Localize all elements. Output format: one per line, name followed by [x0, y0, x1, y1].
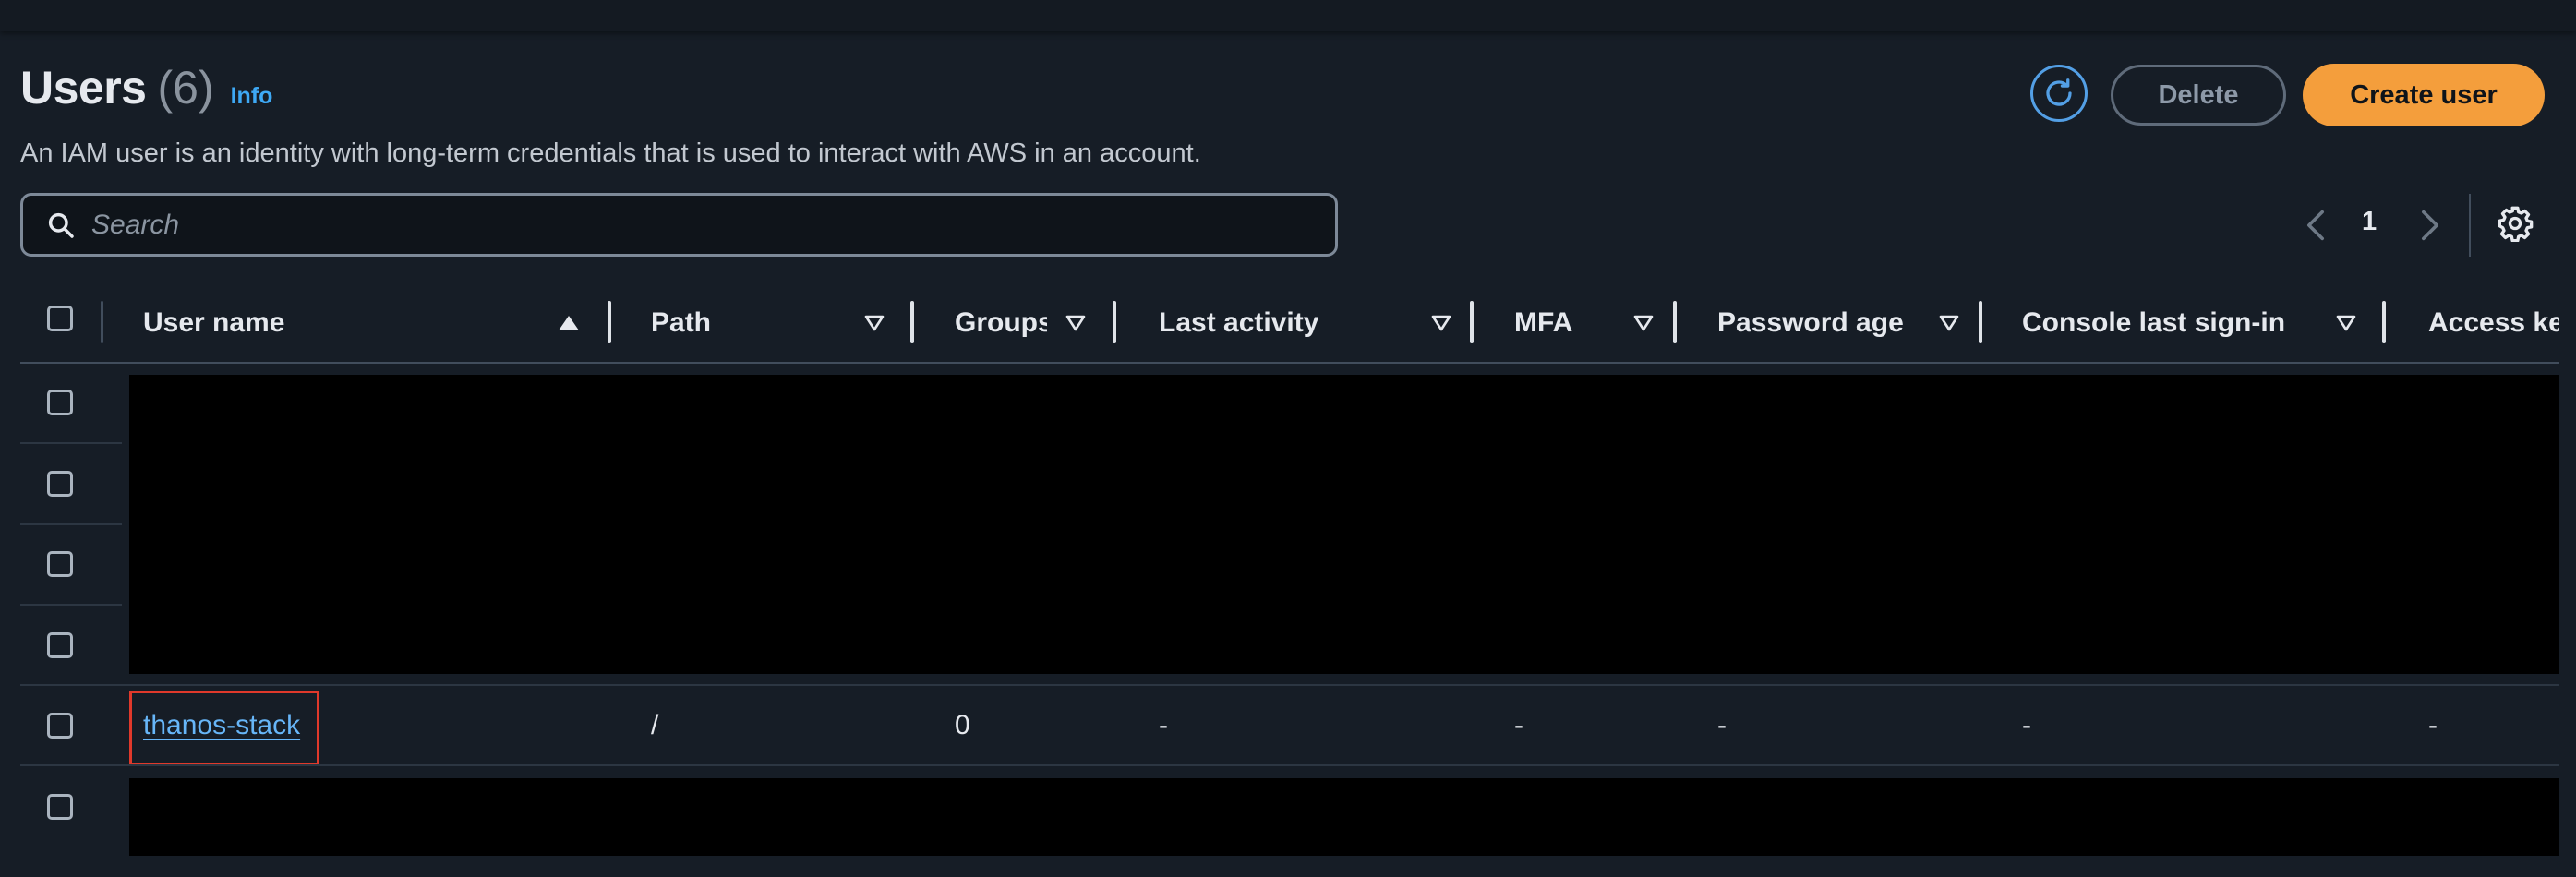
- search-icon: [45, 210, 77, 241]
- column-resizer[interactable]: [1979, 301, 1982, 343]
- column-header-access-key[interactable]: Access key ID: [2428, 284, 2559, 362]
- gear-icon: [2498, 206, 2534, 242]
- column-label: Path: [651, 307, 712, 338]
- column-resizer[interactable]: [608, 301, 611, 343]
- path-cell: /: [651, 710, 659, 740]
- page-description: An IAM user is an identity with long-ter…: [20, 138, 1201, 168]
- sort-icon[interactable]: [1938, 284, 1960, 362]
- column-resizer[interactable]: [1470, 301, 1474, 343]
- column-divider: [101, 301, 103, 343]
- select-all-checkbox[interactable]: [47, 306, 73, 331]
- delete-button[interactable]: Delete: [2111, 65, 2286, 126]
- row-divider: [20, 764, 2559, 766]
- row-checkbox[interactable]: [47, 551, 73, 577]
- column-label: Password age: [1717, 307, 1904, 338]
- groups-cell: 0: [955, 710, 970, 740]
- sort-icon[interactable]: [1430, 284, 1452, 362]
- previous-page-button[interactable]: [2305, 198, 2332, 253]
- row-divider: [20, 684, 2559, 686]
- row-checkbox[interactable]: [47, 390, 73, 415]
- column-label: User name: [143, 307, 285, 338]
- row-checkbox[interactable]: [47, 794, 73, 820]
- top-bar: [0, 0, 2576, 31]
- refresh-button[interactable]: [2030, 65, 2088, 122]
- chevron-left-icon: [2306, 210, 2324, 241]
- column-header-groups[interactable]: Groups: [955, 284, 1047, 362]
- row-checkbox[interactable]: [47, 471, 73, 497]
- table-header: User name Path Groups Last activity MFA: [20, 284, 2559, 364]
- refresh-icon: [2046, 78, 2072, 106]
- console-last-sign-in-cell: -: [2022, 710, 2031, 740]
- sort-ascending-icon[interactable]: [557, 284, 581, 362]
- current-page-number[interactable]: 1: [2362, 207, 2377, 237]
- table-row-thanos-stack[interactable]: thanos-stack / 0 - - - - -: [20, 687, 2559, 766]
- search-field[interactable]: [20, 193, 1338, 257]
- users-table: User name Path Groups Last activity MFA: [20, 284, 2559, 877]
- row-checkbox[interactable]: [47, 713, 73, 739]
- info-link[interactable]: Info: [231, 83, 273, 110]
- redacted-rows-block: [129, 375, 2559, 674]
- table-settings-button[interactable]: [2495, 203, 2535, 244]
- column-label: Last activity: [1159, 307, 1319, 338]
- row-checkbox[interactable]: [47, 632, 73, 658]
- column-header-last-activity[interactable]: Last activity: [1159, 284, 1436, 362]
- column-label: Console last sign-in: [2022, 307, 2286, 338]
- column-header-path[interactable]: Path: [651, 284, 863, 362]
- column-resizer[interactable]: [1113, 301, 1116, 343]
- column-resizer[interactable]: [1673, 301, 1677, 343]
- redacted-row-block: [129, 778, 2559, 856]
- sort-icon[interactable]: [2335, 284, 2357, 362]
- sort-icon[interactable]: [863, 284, 885, 362]
- highlight-box: [129, 691, 319, 765]
- page-title: Users (6) Info: [20, 61, 272, 114]
- pagination-divider: [2469, 194, 2471, 257]
- password-age-cell: -: [1717, 710, 1727, 740]
- column-header-console-last-sign-in[interactable]: Console last sign-in: [2022, 284, 2327, 362]
- column-label: MFA: [1514, 307, 1573, 338]
- access-key-cell: -: [2428, 710, 2438, 740]
- column-label: Access key ID: [2428, 307, 2559, 338]
- column-resizer[interactable]: [910, 301, 914, 343]
- row-divider: [20, 604, 122, 606]
- row-divider: [20, 442, 122, 444]
- column-resizer[interactable]: [2382, 301, 2386, 343]
- sort-icon[interactable]: [1632, 284, 1655, 362]
- create-user-button[interactable]: Create user: [2303, 64, 2545, 126]
- mfa-cell: -: [1514, 710, 1523, 740]
- user-count: (6): [157, 62, 214, 114]
- next-page-button[interactable]: [2419, 198, 2447, 253]
- column-label: Groups: [955, 307, 1047, 338]
- search-input[interactable]: [90, 196, 1335, 254]
- page-title-text: Users: [20, 62, 147, 114]
- last-activity-cell: -: [1159, 710, 1168, 740]
- column-header-user-name[interactable]: User name: [143, 284, 512, 362]
- sort-icon[interactable]: [1065, 284, 1087, 362]
- chevron-right-icon: [2421, 210, 2438, 241]
